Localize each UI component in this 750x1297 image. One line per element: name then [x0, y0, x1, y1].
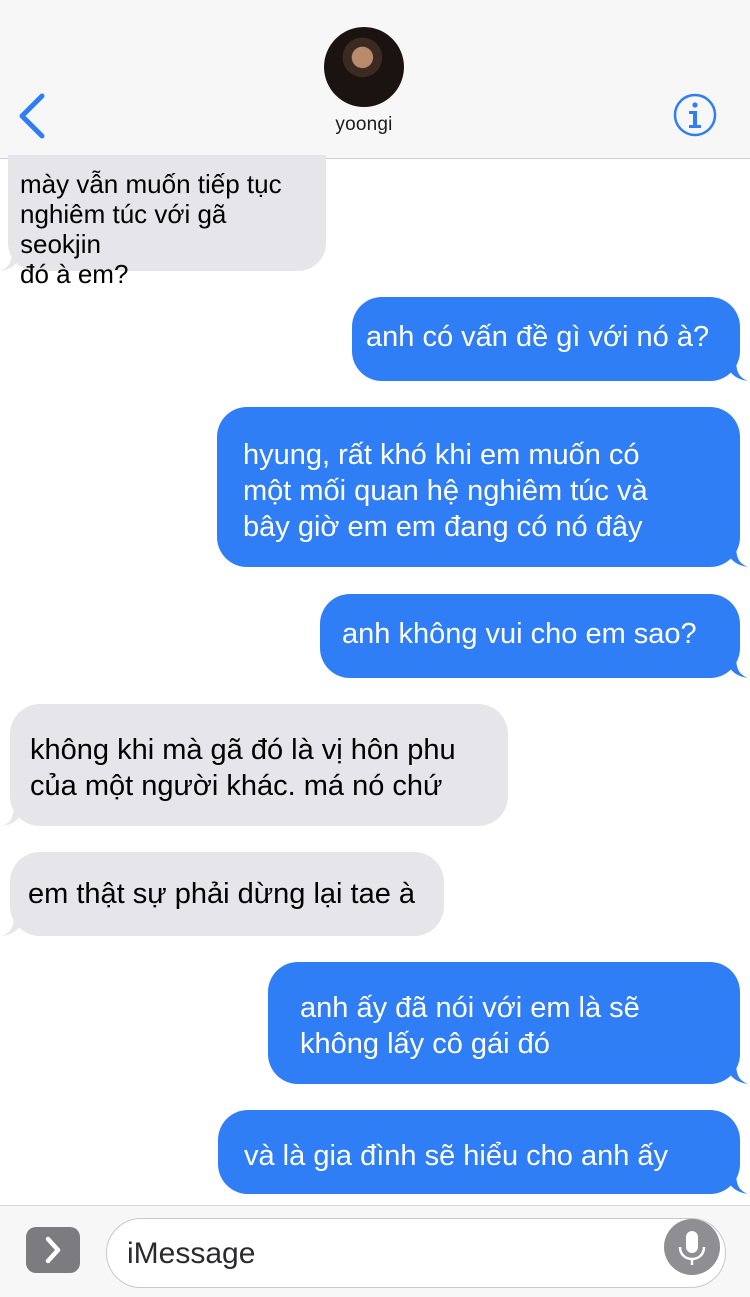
message-text: anh có vấn đề gì với nó à? [366, 321, 710, 353]
message-bubble-outgoing[interactable]: hyung, rất khó khi em muốn có một mối qu… [217, 407, 748, 567]
message-bubble-incoming[interactable]: mày vẫn muốn tiếp tục nghiêm túc với gã … [0, 155, 326, 289]
bubble-tail [726, 357, 748, 381]
bubble-tail [2, 912, 24, 936]
message-text: và là gia đình sẽ hiểu cho anh ấy [244, 1140, 669, 1172]
info-circle-icon [673, 93, 717, 137]
message-text: em thật sự phải dừng lại tae à [28, 878, 416, 910]
message-bubble-outgoing[interactable]: và là gia đình sẽ hiểu cho anh ấy [218, 1110, 748, 1194]
message-input-placeholder: iMessage [127, 1237, 256, 1270]
bubble-tail [0, 247, 22, 271]
contact-name[interactable]: yoongi [0, 114, 728, 136]
message-text: không khi mà gã đó là vị hôn phu của một… [30, 734, 456, 802]
microphone-button[interactable] [664, 1219, 720, 1275]
message-text: anh không vui cho em sao? [342, 618, 697, 650]
bubble-tail [726, 1060, 748, 1084]
microphone-icon [678, 1231, 706, 1265]
message-bubble-incoming[interactable]: em thật sự phải dừng lại tae à [2, 852, 444, 936]
conversation-header: yoongi [0, 0, 750, 159]
message-bubble-incoming[interactable]: không khi mà gã đó là vị hôn phu của một… [2, 704, 508, 826]
info-button[interactable] [672, 92, 718, 138]
bubble-tail [726, 543, 748, 567]
message-text: hyung, rất khó khi em muốn có một mối qu… [243, 439, 648, 543]
apps-button[interactable] [26, 1227, 80, 1273]
message-text: mày vẫn muốn tiếp tục nghiêm túc với gã … [20, 169, 282, 289]
bubble-tail [726, 654, 748, 678]
bubble-tail [2, 802, 24, 826]
chevron-right-icon [45, 1236, 61, 1264]
message-bubble-outgoing[interactable]: anh ấy đã nói với em là sẽ không lấy cô … [268, 962, 748, 1084]
bubble-tail [726, 1170, 748, 1194]
contact-avatar[interactable] [324, 27, 404, 107]
message-bubble-outgoing[interactable]: anh không vui cho em sao? [320, 594, 748, 678]
message-input[interactable]: iMessage [106, 1218, 726, 1288]
composer-bar: iMessage [0, 1205, 750, 1297]
message-bubble-outgoing[interactable]: anh có vấn đề gì với nó à? [352, 297, 748, 381]
message-text: anh ấy đã nói với em là sẽ không lấy cô … [300, 992, 640, 1060]
